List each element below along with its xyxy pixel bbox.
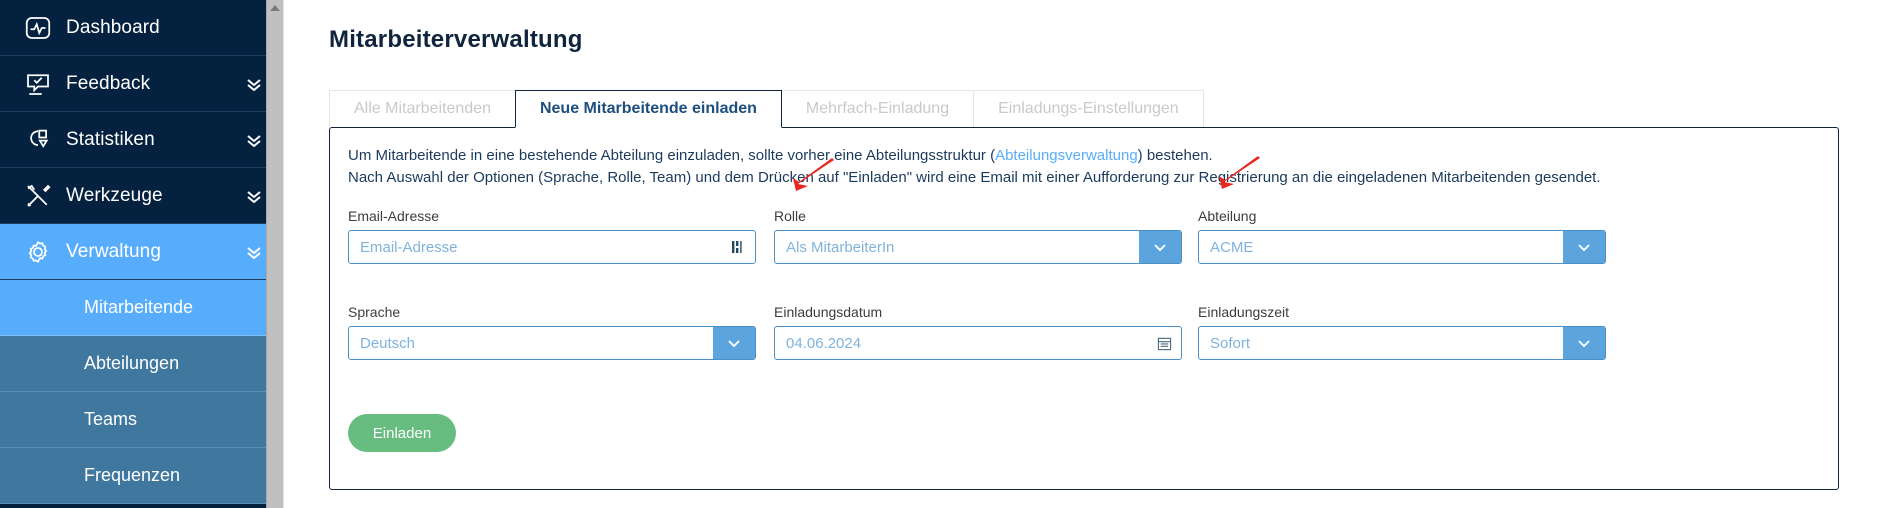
statistics-icon <box>10 125 66 155</box>
tab-einladungs-einstellungen[interactable]: Einladungs-Einstellungen <box>973 90 1204 127</box>
field-abteilung-value[interactable]: ACME <box>1199 239 1563 256</box>
field-sprache-box[interactable]: Deutsch <box>348 326 756 360</box>
abteilungsverwaltung-link[interactable]: Abteilungsverwaltung <box>995 147 1138 164</box>
invite-panel: Um Mitarbeitende in eine bestehende Abte… <box>329 127 1839 490</box>
tab-alle-mitarbeitenden[interactable]: Alle Mitarbeitenden <box>329 90 516 127</box>
field-rolle-value[interactable]: Als MitarbeiterIn <box>775 239 1139 256</box>
chevron-down-icon[interactable] <box>1563 231 1605 263</box>
sidebar-item-frequenzen[interactable]: Frequenzen <box>0 448 283 504</box>
field-einladungsdatum-value[interactable]: 04.06.2024 <box>775 335 1147 352</box>
field-rolle-label: Rolle <box>774 208 806 224</box>
chevron-down-icon[interactable] <box>1563 327 1605 359</box>
field-sprache: Sprache Deutsch <box>348 304 756 360</box>
description-line-1-part-b: ) bestehen. <box>1137 147 1213 164</box>
field-einladungszeit-label: Einladungszeit <box>1198 304 1290 320</box>
field-rolle-box[interactable]: Als MitarbeiterIn <box>774 230 1182 264</box>
chevron-down-icon[interactable] <box>1139 231 1181 263</box>
sidebar-item-statistiken[interactable]: Statistiken <box>0 112 283 168</box>
field-einladungszeit: Einladungszeit Sofort <box>1198 304 1606 360</box>
field-einladungszeit-value[interactable]: Sofort <box>1199 335 1563 352</box>
chevron-double-down-icon[interactable] <box>245 243 263 261</box>
field-abteilung-box[interactable]: ACME <box>1198 230 1606 264</box>
chevron-double-down-icon[interactable] <box>245 75 263 93</box>
page-title: Mitarbeiterverwaltung <box>329 26 583 53</box>
sidebar-subitem-label: Frequenzen <box>84 465 181 485</box>
field-einladungsdatum-box[interactable]: 04.06.2024 <box>774 326 1182 360</box>
field-email-input[interactable]: Email-Adresse <box>349 239 721 256</box>
tab-bar: Alle Mitarbeitenden Neue Mitarbeitende e… <box>329 90 1204 128</box>
sidebar-item-verwaltung[interactable]: Verwaltung <box>0 224 283 280</box>
sidebar-item-werkzeuge[interactable]: Werkzeuge <box>0 168 283 224</box>
sidebar-scrollbar[interactable] <box>266 0 283 508</box>
description-line-1-part-a: Um Mitarbeitende in eine bestehende Abte… <box>348 147 996 164</box>
chevron-double-down-icon[interactable] <box>245 131 263 149</box>
description-line-1: Um Mitarbeitende in eine bestehende Abte… <box>348 145 1601 167</box>
tab-neue-mitarbeitende-einladen[interactable]: Neue Mitarbeitende einladen <box>514 90 782 128</box>
calendar-icon[interactable] <box>1147 327 1181 359</box>
sidebar-subitem-label: Teams <box>84 409 138 429</box>
field-einladungszeit-box[interactable]: Sofort <box>1198 326 1606 360</box>
sidebar-item-label: Werkzeuge <box>66 184 163 206</box>
field-einladungsdatum: Einladungsdatum 04.06.2024 <box>774 304 1182 360</box>
chevron-down-icon[interactable] <box>713 327 755 359</box>
sidebar: Dashboard Feedback Statistiken Werkzeuge… <box>0 0 283 508</box>
field-abteilung: Abteilung ACME <box>1198 208 1606 264</box>
panel-description: Um Mitarbeitende in eine bestehende Abte… <box>348 145 1601 189</box>
chevron-double-down-icon[interactable] <box>245 187 263 205</box>
sidebar-item-label: Dashboard <box>66 16 160 38</box>
signature-icon[interactable] <box>721 231 755 263</box>
field-email-box[interactable]: Email-Adresse <box>348 230 756 264</box>
gear-icon <box>10 237 66 267</box>
sidebar-item-label: Statistiken <box>66 128 155 150</box>
field-einladungsdatum-label: Einladungsdatum <box>774 304 883 320</box>
tools-icon <box>10 181 66 211</box>
field-sprache-label: Sprache <box>348 304 401 320</box>
description-line-2: Nach Auswahl der Optionen (Sprache, Roll… <box>348 169 1601 186</box>
app-root: Dashboard Feedback Statistiken Werkzeuge… <box>0 0 1882 508</box>
field-email-label: Email-Adresse <box>348 208 440 224</box>
tab-mehrfach-einladung[interactable]: Mehrfach-Einladung <box>780 90 975 127</box>
dashboard-icon <box>10 13 66 43</box>
sidebar-item-abteilungen[interactable]: Abteilungen <box>0 336 283 392</box>
sidebar-subitem-label: Abteilungen <box>84 353 180 373</box>
field-sprache-value[interactable]: Deutsch <box>349 335 713 352</box>
field-email: Email-Adresse Email-Adresse <box>348 208 756 264</box>
field-rolle: Rolle Als MitarbeiterIn <box>774 208 1182 264</box>
main-content: Mitarbeiterverwaltung Alle Mitarbeitende… <box>283 0 1882 508</box>
sidebar-subitem-label: Mitarbeitende <box>84 297 194 317</box>
sidebar-item-feedback[interactable]: Feedback <box>0 56 283 112</box>
scroll-up-arrow-icon[interactable] <box>270 5 280 11</box>
sidebar-item-label: Feedback <box>66 72 151 94</box>
sidebar-item-label: Verwaltung <box>66 240 162 262</box>
sidebar-item-dashboard[interactable]: Dashboard <box>0 0 283 56</box>
sidebar-item-teams[interactable]: Teams <box>0 392 283 448</box>
sidebar-item-mitarbeitende[interactable]: Mitarbeitende <box>0 280 283 336</box>
feedback-icon <box>10 69 66 99</box>
field-abteilung-label: Abteilung <box>1198 208 1257 224</box>
invite-button[interactable]: Einladen <box>348 414 456 452</box>
